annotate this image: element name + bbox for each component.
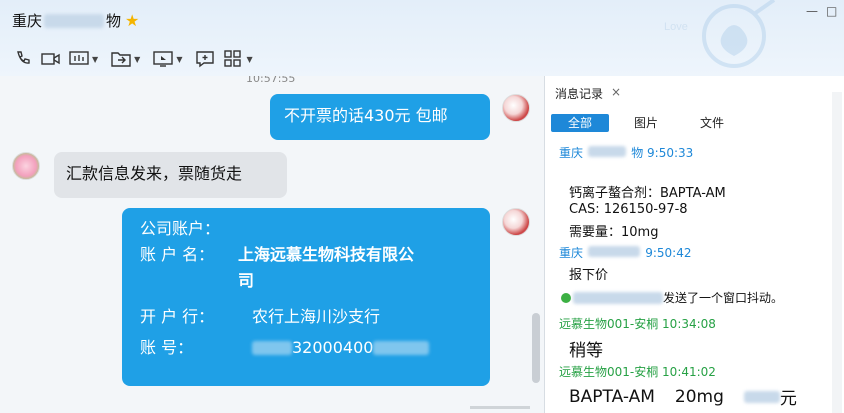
bank-label: 开 户 行： — [140, 307, 215, 326]
title-prefix: 重庆 — [12, 12, 43, 30]
log-message: 报下价 — [569, 268, 609, 283]
title-suffix: 物 — [106, 12, 122, 30]
file-transfer-icon[interactable] — [110, 48, 132, 70]
check-icon — [561, 292, 571, 303]
window-header: 重庆 物 ★ Love — □ ▼ ▼ ▼ ▼ — [0, 0, 844, 76]
tab-all[interactable]: 全部 — [551, 114, 609, 132]
account-name-value: 上海远慕生物科技有限公 — [238, 245, 415, 264]
message-history-panel: 消息记录 × 全部 图片 文件 重庆 物 9:50:33 钙离子螯合剂：BAPT… — [544, 76, 844, 413]
log-message: BAPTA-AM 20mg 元 — [569, 386, 797, 410]
message-bubble-out[interactable]: 不开票的话430元 包邮 — [270, 94, 490, 140]
tab-label: 消息记录 — [555, 87, 604, 101]
tab-files[interactable]: 文件 — [683, 114, 741, 132]
history-scrollbar[interactable] — [832, 92, 842, 413]
apps-grid-icon[interactable] — [222, 48, 244, 70]
background-deco-icon: Love — [664, 0, 776, 68]
message-text: 汇款信息发来，票随货走 — [66, 164, 243, 183]
avatar[interactable] — [502, 208, 530, 236]
chevron-down-icon[interactable]: ▼ — [176, 55, 182, 64]
toolbar: ▼ ▼ ▼ ▼ — [12, 48, 259, 70]
redacted-price — [743, 390, 780, 403]
account-header: 公司账户： — [140, 219, 221, 238]
video-icon[interactable] — [40, 48, 62, 70]
close-icon[interactable]: × — [611, 85, 621, 102]
redacted-number — [252, 341, 292, 355]
log-system: 发送了一个窗口抖动。 — [561, 289, 783, 306]
redacted-number — [373, 341, 430, 355]
svg-text:Love: Love — [664, 21, 688, 33]
log-message: 稍等 — [569, 341, 603, 361]
tab-images[interactable]: 图片 — [617, 114, 675, 132]
phone-icon[interactable] — [12, 48, 34, 70]
chat-scrollbar[interactable] — [532, 313, 540, 383]
chat-title: 重庆 物 ★ — [12, 10, 139, 31]
star-icon[interactable]: ★ — [125, 11, 139, 30]
maximize-button[interactable]: □ — [826, 4, 837, 18]
log-sender: 远慕生物001-安桐 10:41:02 — [559, 365, 716, 379]
redacted-name — [573, 291, 663, 304]
redacted-name — [588, 146, 627, 157]
account-name-value-cont: 司 — [238, 271, 255, 290]
log-message: CAS: 126150-97-8 — [569, 202, 688, 217]
add-comment-icon[interactable] — [194, 48, 216, 70]
redacted-name — [44, 13, 105, 28]
chat-area: 10:57:55 不开票的话430元 包邮 汇款信息发来，票随货走 公司账户： … — [0, 76, 544, 413]
bank-value: 农行上海川沙支行 — [252, 307, 381, 326]
avatar[interactable] — [12, 152, 40, 180]
filter-tabs: 全部 图片 文件 — [551, 114, 749, 132]
minimize-button[interactable]: — — [806, 4, 818, 18]
chevron-down-icon[interactable]: ▼ — [134, 55, 140, 64]
message-bubble-out[interactable]: 公司账户： 账 户 名： 上海远慕生物科技有限公 司 开 户 行： 农行上海川沙… — [122, 208, 490, 386]
message-timestamp: 10:57:55 — [246, 76, 296, 85]
remote-desktop-icon[interactable] — [152, 48, 174, 70]
screen-share-icon[interactable] — [68, 48, 90, 70]
resize-handle[interactable] — [470, 406, 530, 409]
log-sender: 重庆 9:50:42 — [559, 246, 692, 260]
message-bubble-in[interactable]: 汇款信息发来，票随货走 — [54, 152, 287, 198]
log-sender: 远慕生物001-安桐 10:34:08 — [559, 317, 716, 331]
log-message: 需要量：10mg — [569, 225, 659, 240]
log-sender: 重庆 物 9:50:33 — [559, 146, 694, 160]
account-number-value: 32000400 — [292, 337, 374, 357]
account-name-label: 账 户 名： — [140, 245, 215, 264]
redacted-name — [588, 246, 641, 257]
chevron-down-icon[interactable]: ▼ — [246, 55, 252, 64]
avatar[interactable] — [502, 94, 530, 122]
account-number-label: 账 号： — [140, 337, 194, 357]
log-message: 钙离子螯合剂：BAPTA-AM — [569, 186, 726, 201]
message-text: 不开票的话430元 包邮 — [284, 106, 448, 125]
chevron-down-icon[interactable]: ▼ — [92, 55, 98, 64]
tab-message-history[interactable]: 消息记录 × — [555, 85, 621, 102]
